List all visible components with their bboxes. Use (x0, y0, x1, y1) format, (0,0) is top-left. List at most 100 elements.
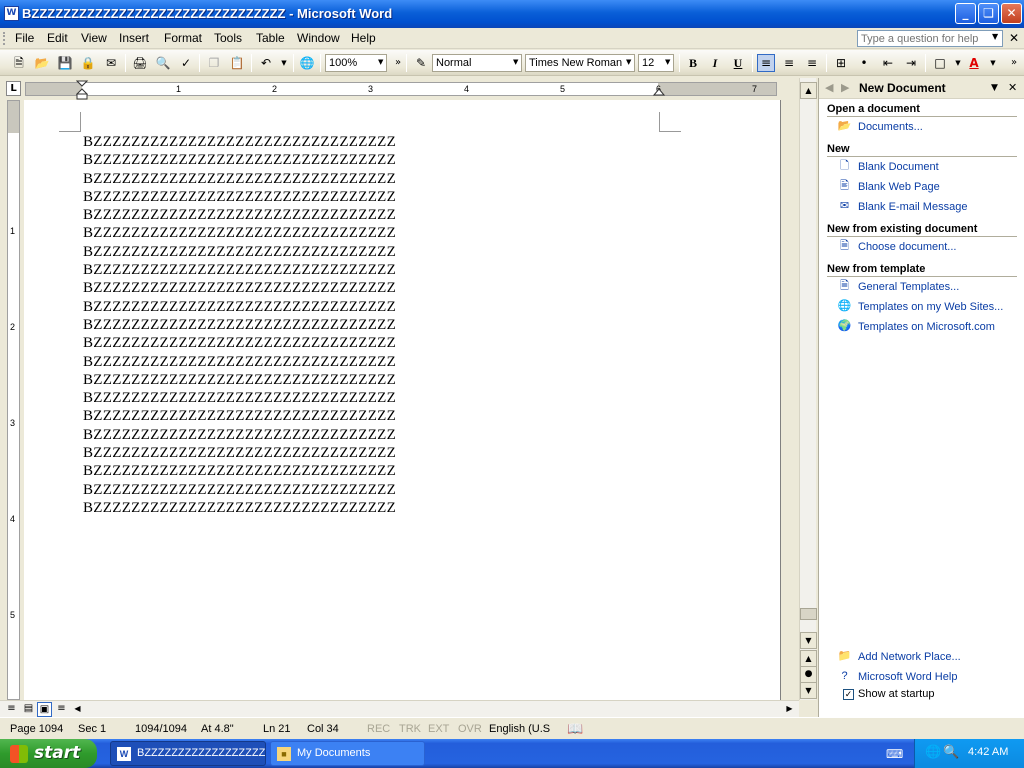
document-line[interactable]: BZZZZZZZZZZZZZZZZZZZZZZZZZZZZZZZZ (83, 206, 396, 224)
web-templates-link[interactable]: 🌐 Templates on my Web Sites... (837, 300, 1004, 316)
zoom-dropdown-icon[interactable]: ▼ (378, 58, 383, 66)
open-folder-icon[interactable]: 📂 (33, 54, 51, 72)
taskbar-clock[interactable]: 4:42 AM (968, 746, 1008, 758)
new-document-icon[interactable]: 🗎 (10, 54, 28, 72)
general-templates-link[interactable]: 🗎 General Templates... (837, 280, 959, 296)
menu-window[interactable]: Window (297, 31, 340, 45)
copy-icon[interactable]: ❐ (205, 54, 223, 72)
choose-document-link[interactable]: 🗎 Choose document... (837, 240, 956, 256)
show-at-startup-option[interactable]: ✓ Show at startup (843, 688, 934, 700)
status-language[interactable]: English (U.S (489, 723, 550, 735)
style-select[interactable]: Normal (432, 54, 522, 72)
back-arrow-icon[interactable]: ◀ (825, 81, 833, 94)
word-help-link[interactable]: ? Microsoft Word Help (837, 670, 957, 686)
vertical-scrollbar[interactable]: ▲ ▼ ▲ ● ▼ (799, 78, 817, 700)
document-body[interactable]: BZZZZZZZZZZZZZZZZZZZZZZZZZZZZZZZZ BZZZZZZ… (83, 133, 396, 517)
print-preview-icon[interactable]: 🔍 (154, 54, 172, 72)
document-line[interactable]: BZZZZZZZZZZZZZZZZZZZZZZZZZZZZZZZZ (83, 316, 396, 334)
scroll-up-icon[interactable]: ▲ (800, 82, 817, 99)
document-line[interactable]: BZZZZZZZZZZZZZZZZZZZZZZZZZZZZZZZZ (83, 151, 396, 169)
undo-dropdown-icon[interactable]: ▼ (275, 54, 293, 72)
blank-web-page-link[interactable]: 🖹 Blank Web Page (837, 180, 940, 196)
document-line[interactable]: BZZZZZZZZZZZZZZZZZZZZZZZZZZZZZZZZ (83, 407, 396, 425)
document-line[interactable]: BZZZZZZZZZZZZZZZZZZZZZZZZZZZZZZZZ (83, 462, 396, 480)
forward-arrow-icon[interactable]: ▶ (841, 81, 849, 94)
menu-table[interactable]: Table (256, 31, 285, 45)
print-layout-icon[interactable]: ▣ (37, 702, 52, 717)
add-network-place-link[interactable]: 📁 Add Network Place... (837, 650, 961, 666)
next-page-icon[interactable]: ▼ (800, 682, 817, 699)
minimize-button[interactable]: _ (955, 3, 976, 24)
word-app-icon[interactable]: W (4, 6, 19, 21)
status-rec[interactable]: REC (367, 723, 390, 735)
normal-view-icon[interactable]: ≡ (4, 702, 19, 717)
scroll-thumb[interactable] (800, 608, 817, 620)
style-dropdown-icon[interactable]: ▼ (513, 58, 518, 66)
help-search-input[interactable] (857, 30, 1003, 47)
styles-formatting-icon[interactable]: ✎ (412, 54, 430, 72)
italic-button[interactable]: I (706, 54, 724, 72)
font-color-button[interactable]: A (965, 54, 983, 72)
numbering-icon[interactable]: ⊞ (832, 54, 850, 72)
vertical-ruler[interactable]: 1 2 3 4 5 (7, 100, 20, 700)
tab-selector[interactable]: L (6, 81, 21, 96)
scroll-left-icon[interactable]: ◀ (70, 702, 85, 717)
help-dropdown-arrow-icon[interactable]: ▼ (992, 32, 998, 41)
document-line[interactable]: BZZZZZZZZZZZZZZZZZZZZZZZZZZZZZZZZ (83, 243, 396, 261)
paste-icon[interactable]: 📋 (228, 54, 246, 72)
ms-templates-link[interactable]: 🌍 Templates on Microsoft.com (837, 320, 995, 336)
align-center-icon[interactable]: ≡ (780, 54, 798, 72)
document-canvas[interactable]: BZZZZZZZZZZZZZZZZZZZZZZZZZZZZZZZZ BZZZZZZ… (24, 100, 781, 700)
menu-format[interactable]: Format (164, 31, 202, 45)
scroll-down-icon[interactable]: ▼ (800, 632, 817, 649)
start-button[interactable]: start (0, 739, 97, 768)
spelling-icon[interactable]: ✓ (177, 54, 195, 72)
menu-grip[interactable] (3, 32, 6, 45)
scroll-right-icon[interactable]: ▶ (782, 702, 797, 717)
blank-email-link[interactable]: ✉ Blank E-mail Message (837, 200, 968, 216)
menu-help[interactable]: Help (351, 31, 376, 45)
font-select[interactable]: Times New Roman (525, 54, 635, 72)
web-layout-icon[interactable]: ▤ (21, 702, 36, 717)
menu-insert[interactable]: Insert (119, 31, 149, 45)
document-line[interactable]: BZZZZZZZZZZZZZZZZZZZZZZZZZZZZZZZZ (83, 426, 396, 444)
document-line[interactable]: BZZZZZZZZZZZZZZZZZZZZZZZZZZZZZZZZ (83, 279, 396, 297)
previous-page-icon[interactable]: ▲ (800, 650, 817, 667)
right-indent-marker[interactable] (653, 87, 665, 97)
save-icon[interactable]: 💾 (56, 54, 74, 72)
borders-icon[interactable]: □ (931, 54, 949, 72)
print-icon[interactable]: 🖨 (131, 54, 149, 72)
taskbar-mydocuments-button[interactable]: ■ My Documents (270, 741, 425, 766)
outline-view-icon[interactable]: ≡ (54, 702, 69, 717)
web-globe-icon[interactable]: 🌐 (298, 54, 316, 72)
document-line[interactable]: BZZZZZZZZZZZZZZZZZZZZZZZZZZZZZZZZ (83, 170, 396, 188)
language-bar-icon[interactable]: 🌐 (925, 745, 941, 760)
document-line[interactable]: BZZZZZZZZZZZZZZZZZZZZZZZZZZZZZZZZ (83, 499, 396, 517)
document-line[interactable]: BZZZZZZZZZZZZZZZZZZZZZZZZZZZZZZZZ (83, 334, 396, 352)
toolbar-more-icon[interactable]: » (1005, 54, 1023, 72)
bullets-icon[interactable]: • (855, 54, 873, 72)
task-pane-dropdown-icon[interactable]: ▼ (991, 83, 998, 93)
undo-icon[interactable]: ↶ (257, 54, 275, 72)
document-line[interactable]: BZZZZZZZZZZZZZZZZZZZZZZZZZZZZZZZZ (83, 371, 396, 389)
task-pane-title[interactable]: New Document (859, 81, 946, 95)
status-trk[interactable]: TRK (399, 723, 421, 735)
document-line[interactable]: BZZZZZZZZZZZZZZZZZZZZZZZZZZZZZZZZ (83, 133, 396, 151)
horizontal-scrollbar[interactable]: ≡ ▤ ▣ ≡ ◀ ▶ (0, 700, 799, 717)
indent-markers[interactable] (76, 80, 88, 100)
taskbar-word-button[interactable]: W BZZZZZZZZZZZZZZZZZZ... (110, 741, 266, 766)
toolbar-options-icon[interactable]: » (389, 54, 407, 72)
email-icon[interactable]: ✉ (102, 54, 120, 72)
browse-object-icon[interactable]: ● (800, 666, 817, 683)
keyboard-icon[interactable]: ⌨ (886, 747, 903, 761)
search-icon[interactable]: 🔍 (943, 745, 959, 760)
blank-document-link[interactable]: 🗋 Blank Document (837, 160, 939, 176)
show-at-startup-checkbox[interactable]: ✓ (843, 688, 854, 700)
decrease-indent-icon[interactable]: ⇤ (879, 54, 897, 72)
menu-tools[interactable]: Tools (214, 31, 242, 45)
document-line[interactable]: BZZZZZZZZZZZZZZZZZZZZZZZZZZZZZZZZ (83, 188, 396, 206)
align-left-icon[interactable]: ≡ (757, 54, 775, 72)
document-line[interactable]: BZZZZZZZZZZZZZZZZZZZZZZZZZZZZZZZZ (83, 224, 396, 242)
document-line[interactable]: BZZZZZZZZZZZZZZZZZZZZZZZZZZZZZZZZ (83, 298, 396, 316)
align-right-icon[interactable]: ≡ (803, 54, 821, 72)
